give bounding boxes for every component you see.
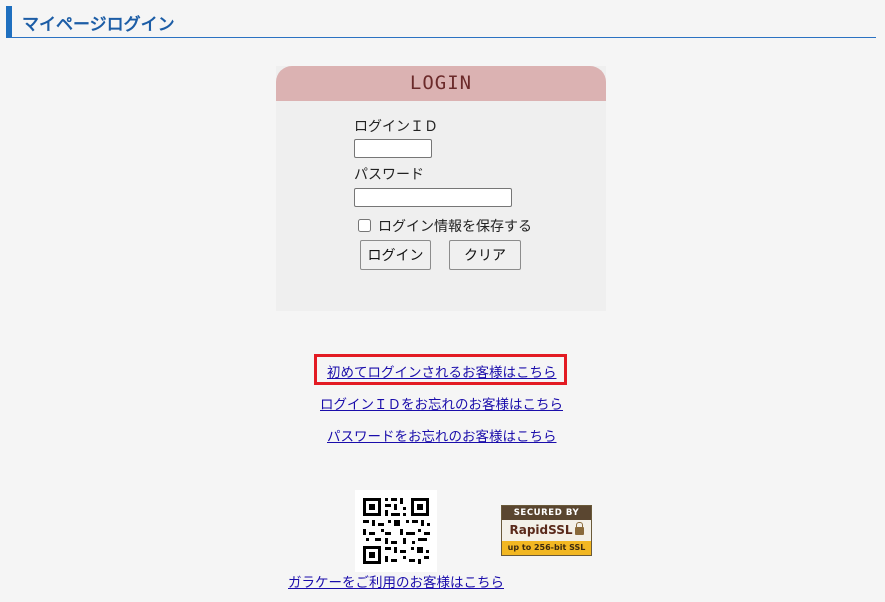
ssl-strength: up to 256-bit SSL — [502, 541, 591, 555]
feature-phone-link[interactable]: ガラケーをご利用のお客様はこちら — [288, 571, 504, 591]
password-label: パスワード — [354, 167, 424, 183]
login-heading: LOGIN — [276, 66, 606, 101]
ssl-secured-by: SECURED BY — [502, 506, 591, 520]
forgot-id-link[interactable]: ログインＩＤをお忘れのお客様はこちら — [320, 393, 563, 413]
login-id-input[interactable] — [354, 139, 432, 158]
page-header: マイページログイン — [6, 6, 876, 38]
remember-login-checkbox[interactable] — [358, 219, 371, 232]
page-title: マイページログイン — [22, 15, 175, 35]
remember-login-row[interactable]: ログイン情報を保存する — [356, 216, 532, 236]
remember-login-label: ログイン情報を保存する — [378, 219, 532, 235]
password-input[interactable] — [354, 188, 512, 207]
clear-button[interactable]: クリア — [449, 240, 521, 270]
first-login-link[interactable]: 初めてログインされるお客様はこちら — [327, 361, 557, 381]
login-id-label: ログインＩＤ — [354, 119, 438, 135]
ssl-brand-name: RapidSSL — [509, 523, 573, 537]
login-button[interactable]: ログイン — [360, 240, 431, 270]
ssl-brand: RapidSSL — [502, 520, 591, 541]
forgot-password-link[interactable]: パスワードをお忘れのお客様はこちら — [327, 425, 557, 445]
rapidssl-badge: SECURED BY RapidSSL up to 256-bit SSL — [501, 505, 592, 556]
lock-icon — [574, 522, 584, 535]
qr-code-icon — [355, 490, 437, 572]
login-panel: LOGIN ログインＩＤ パスワード ログイン情報を保存する ログイン クリア — [276, 66, 606, 311]
